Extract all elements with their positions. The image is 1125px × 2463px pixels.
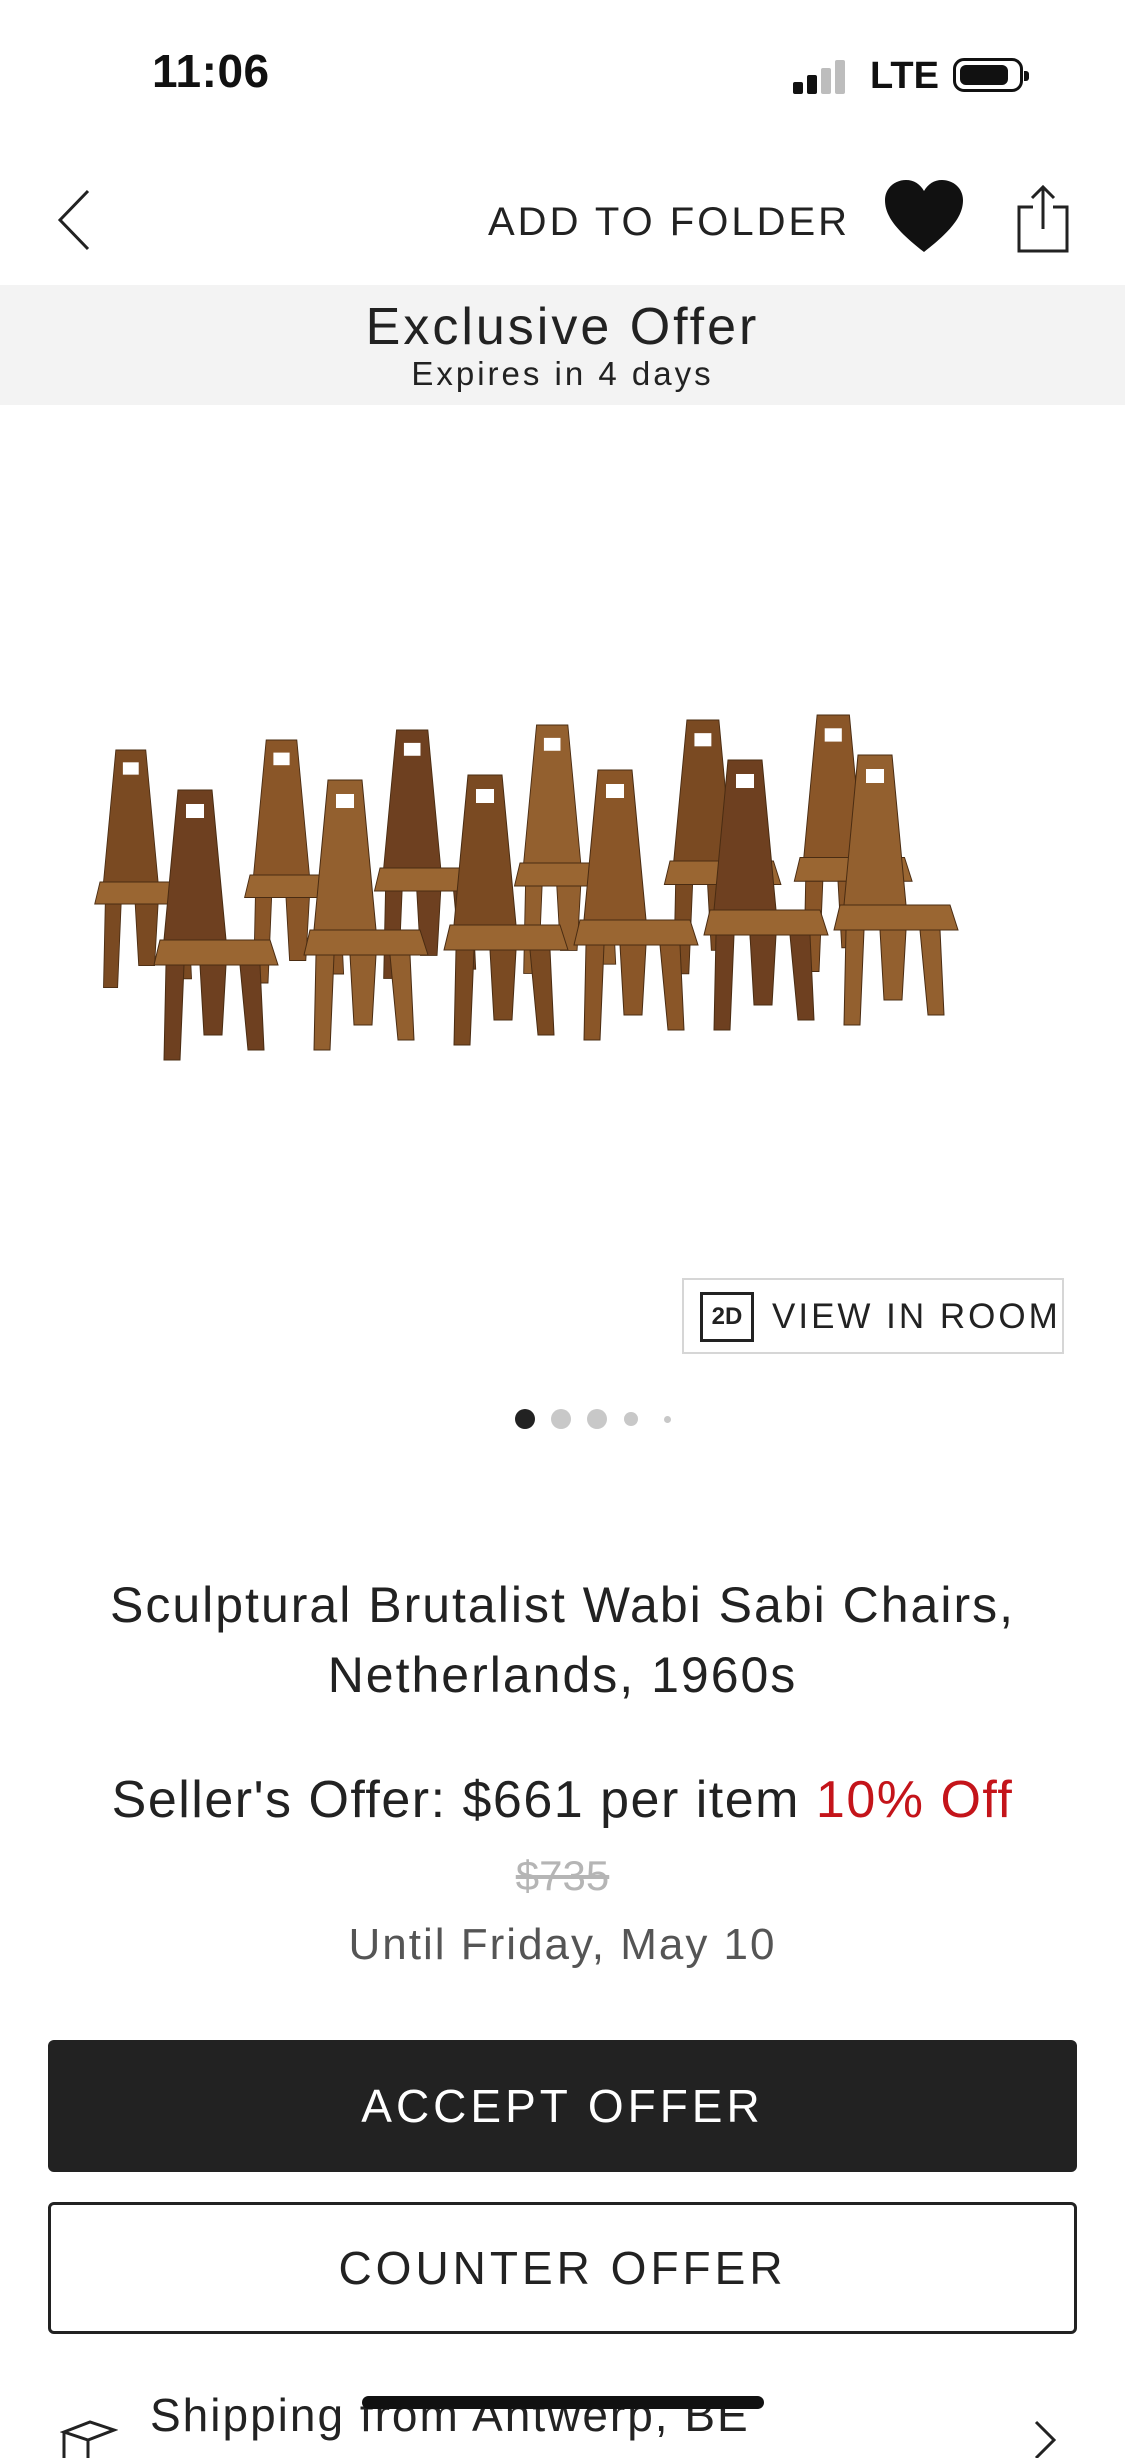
- view-in-room-label: VIEW IN ROOM: [772, 1297, 1061, 1336]
- exclusive-offer-banner: Exclusive Offer Expires in 4 days: [0, 285, 1125, 405]
- banner-expiry: Expires in 4 days: [411, 355, 714, 392]
- chevron-right-icon[interactable]: [1030, 2418, 1060, 2460]
- favorite-button[interactable]: [883, 178, 965, 256]
- offer-price: Seller's Offer: $661 per item: [111, 1771, 800, 1829]
- home-indicator[interactable]: [362, 2396, 764, 2409]
- share-button[interactable]: [1015, 184, 1071, 255]
- share-icon: [1017, 184, 1069, 253]
- add-to-folder-button[interactable]: ADD TO FOLDER: [488, 200, 850, 245]
- chevron-left-icon: [57, 189, 90, 251]
- status-time: 11:06: [152, 45, 270, 97]
- network-type: LTE: [870, 55, 939, 97]
- view-in-room-button[interactable]: 2D VIEW IN ROOM: [682, 1278, 1064, 1354]
- discount-label: 10% Off: [815, 1771, 1014, 1829]
- 2d-icon: 2D: [700, 1292, 754, 1342]
- banner-title: Exclusive Offer: [365, 298, 760, 356]
- accept-offer-button[interactable]: ACCEPT OFFER: [48, 2040, 1077, 2172]
- product-image[interactable]: [80, 680, 1040, 1100]
- heart-icon: [885, 180, 963, 252]
- image-pager-dots[interactable]: [515, 1407, 685, 1431]
- battery-icon: [953, 58, 1029, 92]
- counter-offer-button[interactable]: COUNTER OFFER: [48, 2202, 1077, 2334]
- chairs-illustration: [94, 714, 959, 1061]
- back-button[interactable]: [52, 185, 102, 255]
- shipping-box-icon: [59, 2418, 119, 2458]
- cellular-signal-icon: [793, 60, 853, 94]
- seller-offer: Seller's Offer: $661 per item 10% Off: [0, 1770, 1125, 1830]
- original-price: $735: [515, 1852, 610, 1899]
- offer-deadline: Until Friday, May 10: [348, 1920, 777, 1969]
- product-title: Sculptural Brutalist Wabi Sabi Chairs, N…: [109, 1577, 1016, 1703]
